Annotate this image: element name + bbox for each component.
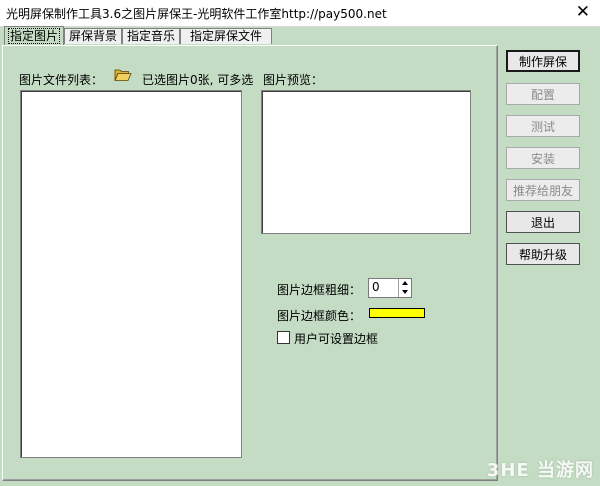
tab-specify-screensaver-file[interactable]: 指定屏保文件 xyxy=(180,28,272,44)
window-title: 光明屏保制作工具3.6之图片屏保王-光明软件工作室http://pay500.n… xyxy=(6,7,387,21)
tab-specify-images[interactable]: 指定图片 xyxy=(4,26,64,45)
configure-button[interactable]: 配置 xyxy=(506,83,580,105)
tab-panel: 图片文件列表： 已选图片0张, 可多选 图片预览： 图片边框粗细： 0 图片边框… xyxy=(2,45,498,481)
border-width-label: 图片边框粗细： xyxy=(277,283,362,297)
open-folder-icon[interactable] xyxy=(114,68,132,82)
selected-status: 已选图片0张, 可多选 xyxy=(142,73,254,87)
border-width-stepper[interactable]: 0 xyxy=(368,278,412,298)
make-screensaver-button[interactable]: 制作屏保 xyxy=(506,50,580,72)
install-button[interactable]: 安装 xyxy=(506,147,580,169)
border-width-value: 0 xyxy=(372,280,380,294)
border-color-swatch[interactable] xyxy=(369,308,425,318)
recommend-to-friend-button[interactable]: 推荐给朋友 xyxy=(506,179,580,201)
user-border-checkbox[interactable] xyxy=(277,331,290,344)
tab-specify-music[interactable]: 指定音乐 xyxy=(122,28,180,44)
stepper-up-icon[interactable] xyxy=(399,279,411,288)
image-preview xyxy=(261,90,471,234)
image-file-list[interactable] xyxy=(20,90,242,458)
border-color-label: 图片边框颜色： xyxy=(277,309,362,323)
file-list-label: 图片文件列表： xyxy=(19,73,104,87)
preview-label: 图片预览： xyxy=(263,73,324,87)
site-watermark: 3HE 当游网 xyxy=(486,460,594,481)
help-upgrade-button[interactable]: 帮助升级 xyxy=(506,243,580,265)
stepper-down-icon[interactable] xyxy=(399,288,411,297)
title-bar: 光明屏保制作工具3.6之图片屏保王-光明软件工作室http://pay500.n… xyxy=(0,0,600,27)
close-icon[interactable]: ✕ xyxy=(576,2,590,22)
exit-button[interactable]: 退出 xyxy=(506,211,580,233)
stepper-buttons xyxy=(398,279,411,297)
user-border-label: 用户可设置边框 xyxy=(294,332,379,346)
test-button[interactable]: 测试 xyxy=(506,115,580,137)
tab-screensaver-background[interactable]: 屏保背景 xyxy=(64,28,122,44)
